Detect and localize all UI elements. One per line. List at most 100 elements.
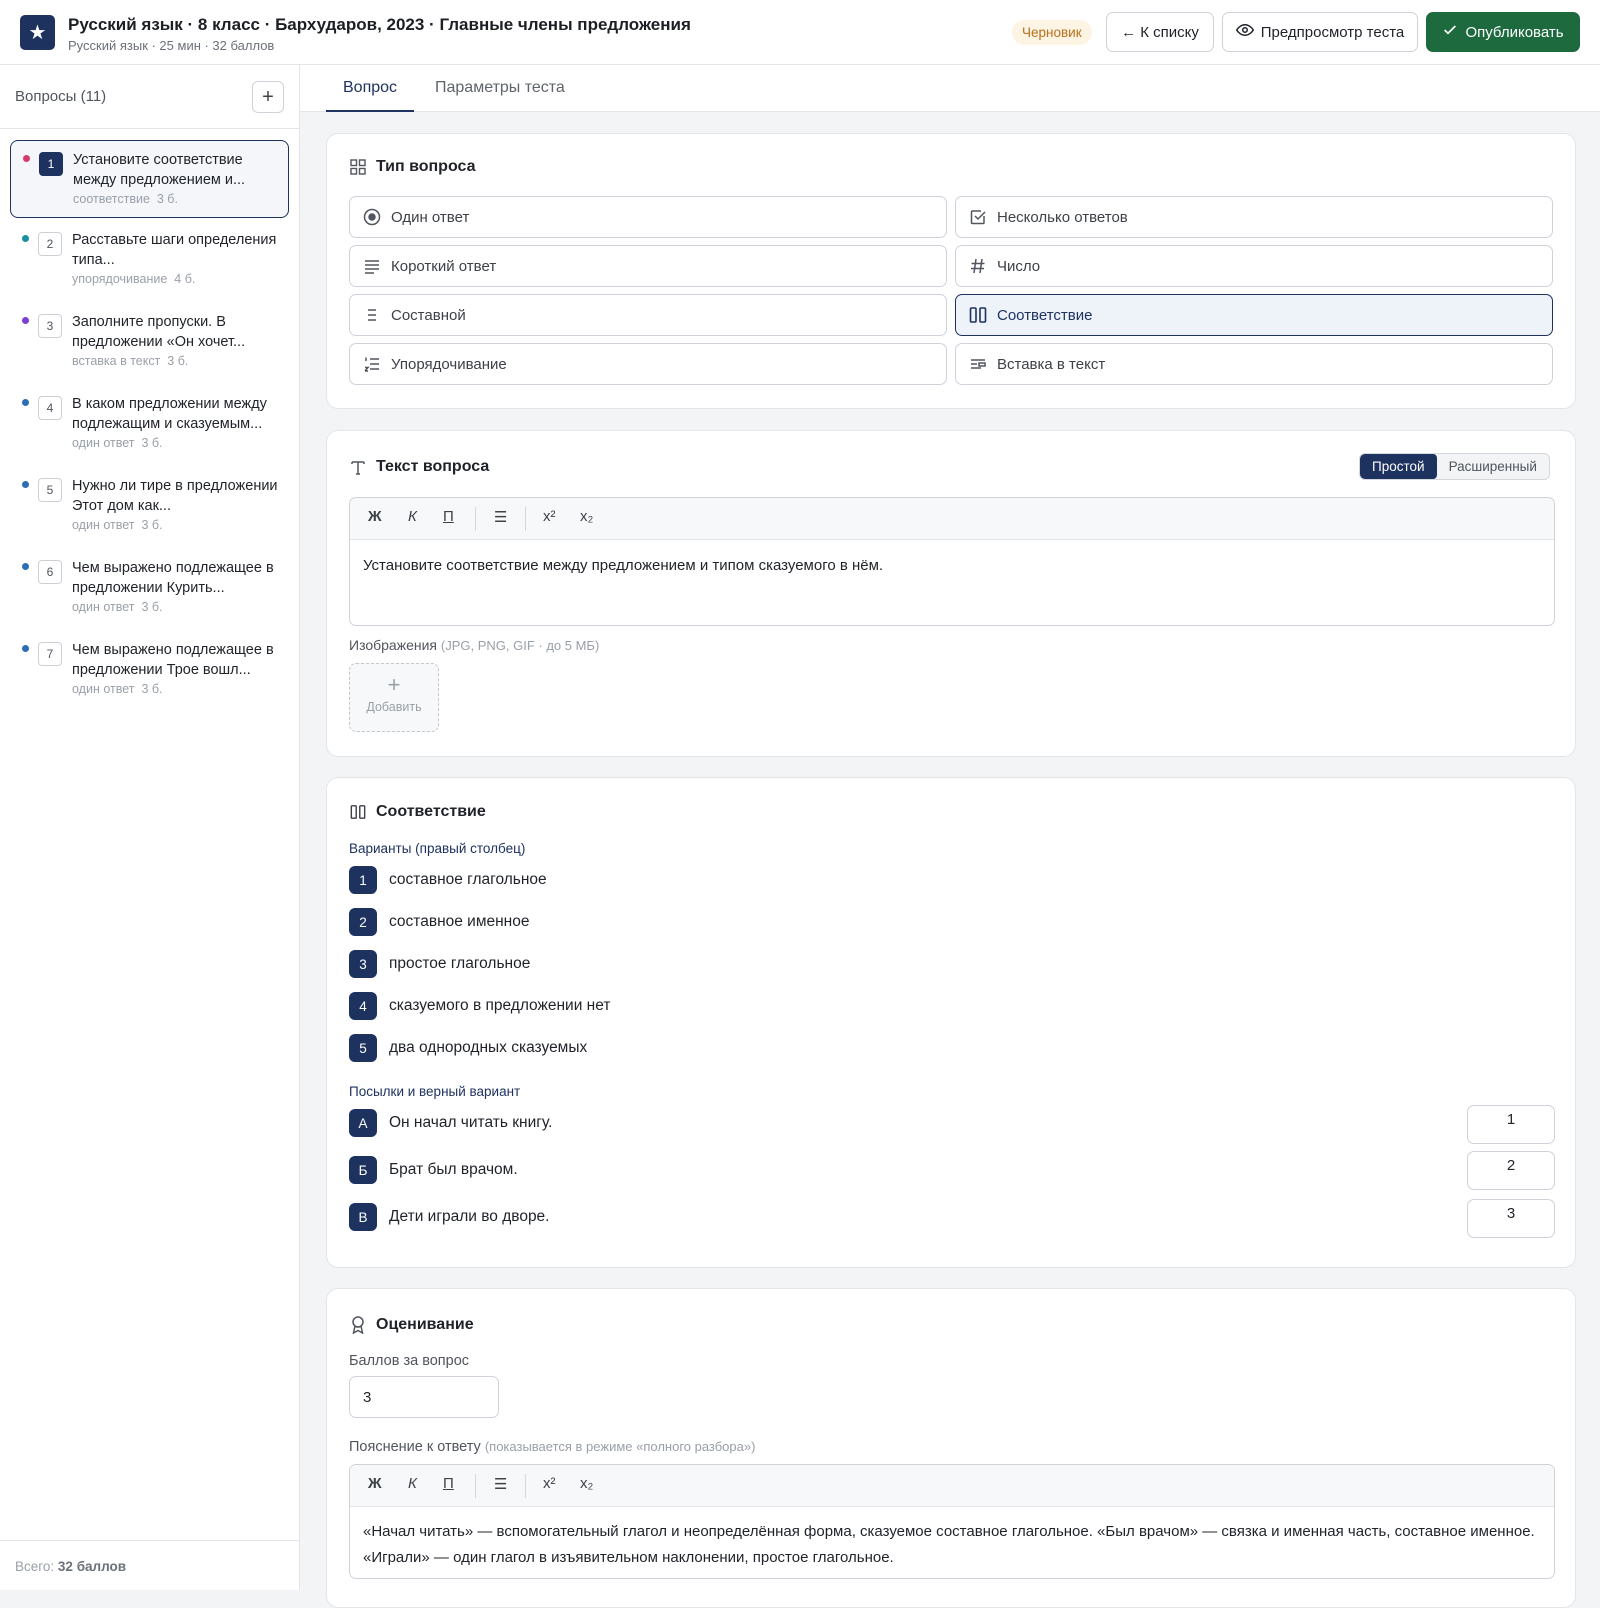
underline-button[interactable]: П (443, 508, 454, 525)
bold-button[interactable]: Ж (368, 508, 382, 525)
variant-text[interactable]: сказуемого в предложении нет (389, 997, 610, 1015)
total-points: Всего: 32 баллов (15, 1559, 127, 1574)
page-subtitle: Русский язык · 25 мин · 32 баллов (68, 38, 275, 53)
editor-mode-toggle: Простой Расширенный (1359, 453, 1550, 480)
question-preview-text: Нужно ли тире в предложении Этот дом как… (72, 478, 278, 514)
type-short-answer[interactable]: Короткий ответ (349, 245, 947, 287)
answer-input[interactable]: 1 (1467, 1105, 1555, 1144)
mode-advanced-button[interactable]: Расширенный (1437, 454, 1549, 479)
editor-toolbar: Ж К П ☰ x² x₂ (350, 498, 1554, 540)
toolbar-divider (475, 1474, 476, 1498)
sidebar-footer: Всего: 32 баллов (0, 1540, 299, 1590)
question-number: 7 (38, 642, 62, 666)
list-icon (363, 306, 381, 324)
variant-text[interactable]: два однородных сказуемых (389, 1039, 587, 1057)
status-dot (22, 235, 29, 242)
star-logo-icon: ★ (20, 15, 55, 50)
question-number: 6 (38, 560, 62, 584)
question-list-item[interactable]: 4 В каком предложении между подлежащим и … (10, 385, 289, 463)
superscript-button[interactable]: x² (543, 508, 556, 525)
explanation-input[interactable]: «Начал читать» — вспомогательный глагол … (350, 1507, 1554, 1578)
type-composite[interactable]: Составной (349, 294, 947, 336)
grading-card: Оценивание Баллов за вопрос 3 Пояснение … (326, 1288, 1576, 1608)
question-number: 5 (38, 478, 62, 502)
question-text-input[interactable]: Установите соответствие между предложени… (350, 540, 1554, 592)
question-meta: один ответ 3 б. (72, 682, 163, 696)
list-button[interactable]: ☰ (494, 508, 507, 526)
variant-text[interactable]: составное именное (389, 913, 529, 931)
question-list-item[interactable]: 1 Установите соответствие между предложен… (10, 140, 289, 218)
answer-input[interactable]: 2 (1467, 1151, 1555, 1190)
variant-item: 1 составное глагольное (349, 866, 547, 894)
question-number: 1 (39, 152, 63, 176)
publish-button[interactable]: Опубликовать (1426, 12, 1580, 52)
question-number: 4 (38, 396, 62, 420)
add-question-button[interactable]: + (252, 81, 284, 113)
status-dot (23, 155, 30, 162)
questions-count: Вопросы (11) (15, 88, 107, 105)
underline-button[interactable]: П (443, 1475, 454, 1492)
matching-card: Соответствие Варианты (правый столбец) 1… (326, 777, 1576, 1268)
subscript-button[interactable]: x₂ (580, 1475, 593, 1492)
question-preview-text: Чем выражено подлежащее в предложении Тр… (72, 642, 274, 678)
italic-button[interactable]: К (408, 508, 417, 525)
add-image-button[interactable]: + Добавить (349, 663, 439, 732)
variant-item: 5 два однородных сказуемых (349, 1034, 587, 1062)
variant-number: 4 (349, 992, 377, 1020)
list-button[interactable]: ☰ (494, 1475, 507, 1493)
question-preview-text: Чем выражено подлежащее в предложении Ку… (72, 560, 274, 596)
type-ordering[interactable]: Упорядочивание (349, 343, 947, 385)
tab-question[interactable]: Вопрос (326, 77, 415, 112)
type-matching[interactable]: Соответствие (955, 294, 1553, 336)
question-list-item[interactable]: 2 Расставьте шаги определения типа... упор… (10, 221, 289, 299)
page-title: Русский язык · 8 класс · Бархударов, 202… (68, 15, 691, 34)
mode-simple-button[interactable]: Простой (1360, 454, 1437, 479)
question-list-item[interactable]: 5 Нужно ли тире в предложении Этот дом ка… (10, 467, 289, 545)
variant-item: 2 составное именное (349, 908, 529, 936)
question-list-item[interactable]: 6 Чем выражено подлежащее в предложении К… (10, 549, 289, 627)
type-single-answer[interactable]: Один ответ (349, 196, 947, 238)
question-meta: соответствие 3 б. (73, 192, 178, 206)
status-dot (22, 481, 29, 488)
explanation-label: Пояснение к ответу (показывается в режим… (349, 1439, 756, 1455)
question-meta: упорядочивание 4 б. (72, 272, 196, 286)
questions-sidebar: Вопросы (11) + 1 Установите соответствие … (0, 65, 300, 1590)
status-dot (22, 563, 29, 570)
question-type-card: Тип вопроса Один ответ Несколько ответов… (326, 133, 1576, 409)
back-to-list-button[interactable]: ← К списку (1106, 12, 1214, 52)
premise-text[interactable]: Дети играли во дворе. (389, 1208, 550, 1226)
premise-text[interactable]: Он начал читать книгу. (389, 1114, 552, 1132)
app-header: ★ Русский язык · 8 класс · Бархударов, 2… (0, 0, 1600, 65)
type-fill-in-text[interactable]: Вставка в текст (955, 343, 1553, 385)
answer-input[interactable]: 3 (1467, 1199, 1555, 1238)
preview-label: Предпросмотр теста (1260, 23, 1405, 41)
premise-item: А Он начал читать книгу. (349, 1109, 552, 1137)
checkbox-icon (969, 208, 987, 226)
variant-number: 3 (349, 950, 377, 978)
premise-text[interactable]: Брат был врачом. (389, 1161, 518, 1179)
tab-test-settings[interactable]: Параметры теста (418, 77, 582, 112)
italic-button[interactable]: К (408, 1475, 417, 1492)
superscript-button[interactable]: x² (543, 1475, 556, 1492)
question-preview-text: Заполните пропуски. В предложении «Он хо… (72, 314, 246, 350)
type-number[interactable]: Число (955, 245, 1553, 287)
points-input[interactable]: 3 (349, 1376, 499, 1418)
status-dot (22, 645, 29, 652)
publish-label: Опубликовать (1465, 23, 1564, 41)
columns-icon (349, 803, 367, 821)
subscript-button[interactable]: x₂ (580, 508, 593, 525)
question-meta: один ответ 3 б. (72, 518, 163, 532)
question-list-item[interactable]: 3 Заполните пропуски. В предложении «Он х… (10, 303, 289, 381)
toolbar-divider (475, 507, 476, 531)
award-icon (349, 1316, 367, 1334)
question-list-item[interactable]: 7 Чем выражено подлежащее в предложении Т… (10, 631, 289, 709)
question-meta: вставка в текст 3 б. (72, 354, 189, 368)
type-multiple-answers[interactable]: Несколько ответов (955, 196, 1553, 238)
variant-text[interactable]: простое глагольное (389, 955, 530, 973)
columns-icon (969, 306, 987, 324)
plus-icon: + (387, 672, 401, 697)
variant-text[interactable]: составное глагольное (389, 871, 547, 889)
variant-number: 5 (349, 1034, 377, 1062)
preview-test-button[interactable]: Предпросмотр теста (1222, 12, 1418, 52)
bold-button[interactable]: Ж (368, 1475, 382, 1492)
